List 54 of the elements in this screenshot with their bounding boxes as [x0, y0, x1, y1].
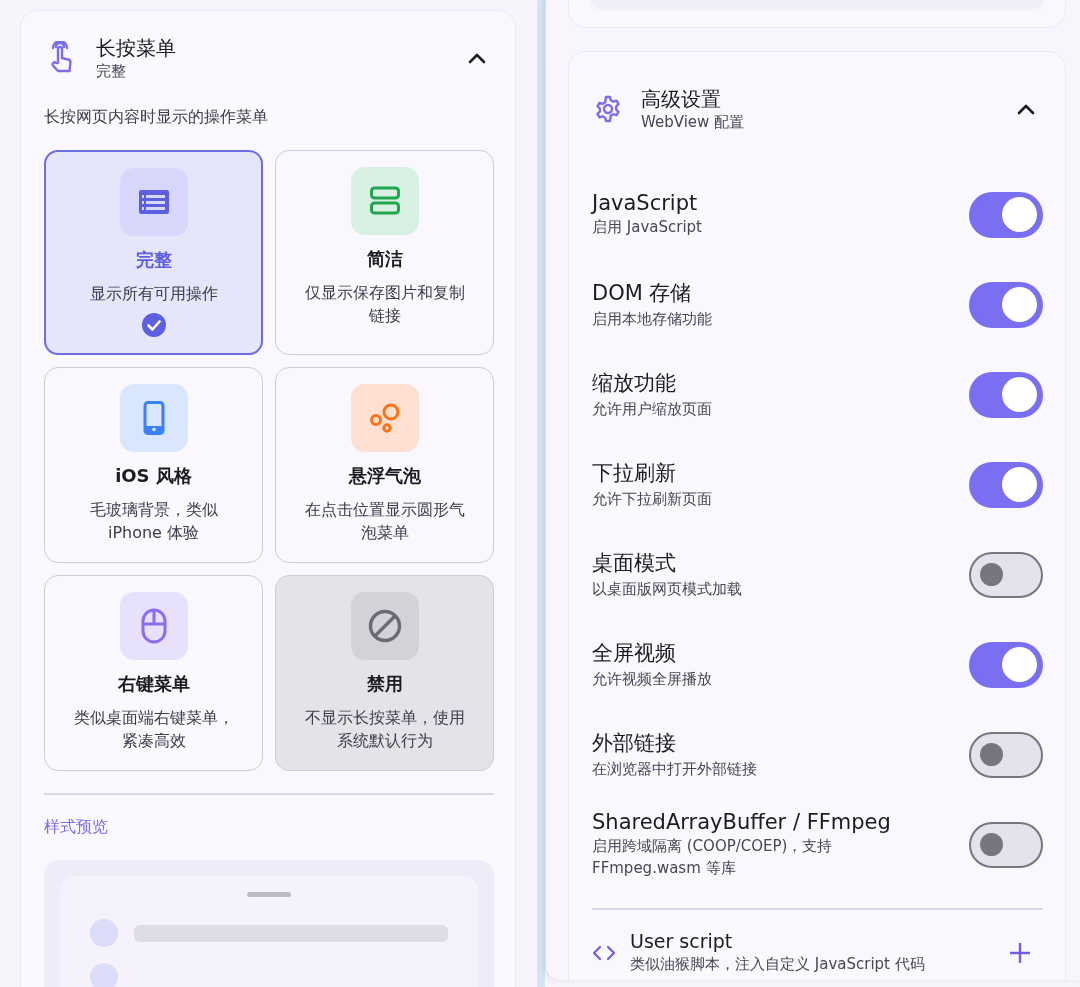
- setting-description: 允许视频全屏播放: [592, 669, 713, 691]
- setting-title: 外部链接: [592, 730, 677, 758]
- section-description: 长按网页内容时显示的操作菜单: [44, 107, 269, 128]
- setting-title: SharedArrayBuffer / FFmpeg: [592, 810, 892, 835]
- setting-title: JavaScript: [592, 191, 699, 216]
- plus-icon: [1009, 941, 1031, 964]
- style-option[interactable]: 禁用 不显示长按菜单，使用系统默认行为: [275, 575, 494, 772]
- setting-description: 以桌面版网页模式加载: [592, 579, 743, 601]
- setting-title: 缩放功能: [592, 370, 677, 398]
- setting-description: 在浏览器中打开外部链接: [592, 759, 758, 781]
- setting-description: 类似油猴脚本，注入自定义 JavaScript 代码: [630, 954, 926, 975]
- section-subtitle: 完整: [96, 62, 127, 81]
- setting-title: 桌面模式: [592, 550, 677, 578]
- section-subtitle: WebView 配置: [641, 113, 746, 132]
- bubbles-icon: [368, 403, 401, 434]
- toggle-switch[interactable]: [969, 372, 1043, 418]
- toggle-switch[interactable]: [969, 282, 1043, 328]
- touch-hand-icon: [48, 41, 74, 75]
- preview-label: 样式预览: [44, 818, 108, 837]
- mouse-icon: [140, 608, 167, 645]
- style-option[interactable]: 简洁 仅显示保存图片和复制链接: [275, 150, 494, 356]
- toggle-switch[interactable]: [969, 462, 1043, 508]
- style-option[interactable]: 悬浮气泡 在点击位置显示圆形气泡菜单: [275, 367, 494, 564]
- chevron-icon[interactable]: [1017, 103, 1035, 115]
- block-icon: [367, 609, 402, 644]
- toggle-switch[interactable]: [969, 192, 1043, 238]
- code-icon: [592, 944, 616, 961]
- setting-description: 允许下拉刷新页面: [592, 489, 713, 511]
- toggle-switch[interactable]: [969, 822, 1043, 868]
- setting-description: 启用 JavaScript: [592, 217, 703, 239]
- setting-title: User script: [630, 930, 734, 952]
- toggle-switch[interactable]: [969, 642, 1043, 688]
- chevron-icon[interactable]: [468, 52, 486, 64]
- section-title: 长按菜单: [96, 35, 177, 62]
- placeholder-circle: [90, 963, 118, 987]
- setting-title: 全屏视频: [592, 640, 677, 668]
- check-icon: [141, 313, 166, 338]
- settings-icon: [594, 95, 622, 123]
- phone-icon: [142, 401, 165, 436]
- setting-description: 启用本地存储功能: [592, 309, 713, 331]
- toggle-switch[interactable]: [969, 552, 1043, 598]
- placeholder-circle: [90, 919, 118, 948]
- setting-description: 允许用户缩放页面: [592, 399, 713, 421]
- style-option[interactable]: 右键菜单 类似桌面端右键菜单，紧凑高效: [44, 575, 263, 772]
- toggle-switch[interactable]: [969, 732, 1043, 778]
- section-title: 高级设置: [641, 86, 722, 113]
- stacked-rows-icon: [369, 186, 400, 216]
- setting-description: 启用跨域隔离 (COOP/COEP)，支持 FFmpeg.wasm 等库: [592, 836, 834, 879]
- list-icon: [138, 190, 169, 214]
- style-option[interactable]: 完整 显示所有可用操作: [44, 150, 263, 356]
- setting-title: 下拉刷新: [592, 460, 677, 488]
- setting-title: DOM 存储: [592, 280, 693, 308]
- style-option[interactable]: iOS 风格 毛玻璃背景，类似 iPhone 体验: [44, 367, 263, 564]
- sheet-handle: [247, 892, 291, 898]
